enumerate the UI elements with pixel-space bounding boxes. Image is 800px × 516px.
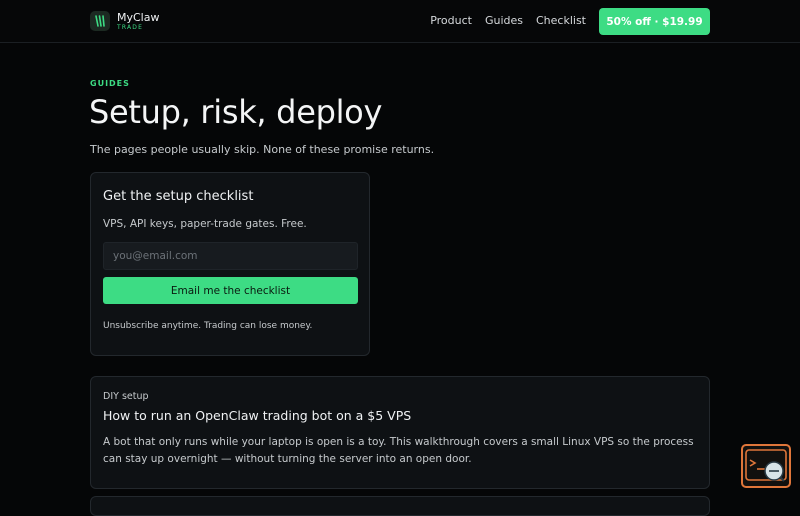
nav-guides-link[interactable]: Guides <box>485 14 523 27</box>
page-title: Setup, risk, deploy <box>89 93 383 131</box>
guide-excerpt: A bot that only runs while your laptop i… <box>103 436 694 465</box>
brand-name: MyClaw <box>117 10 160 24</box>
guide-category: DIY setup <box>103 391 149 402</box>
signup-card-title: Get the setup checklist <box>103 189 254 204</box>
guide-card-vps[interactable]: DIY setup How to run an OpenClaw trading… <box>90 376 710 489</box>
page-lede: The pages people usually skip. None of t… <box>90 143 435 156</box>
nav-product-link[interactable]: Product <box>430 14 472 27</box>
main-nav: Product Guides Checklist <box>430 14 586 27</box>
discount-cta-button[interactable]: 50% off · $19.99 <box>599 8 710 35</box>
brand-tagline: TRADE <box>117 23 144 31</box>
signup-card-subtitle: VPS, API keys, paper-trade gates. Free. <box>103 218 307 230</box>
signup-disclaimer: Unsubscribe anytime. Trading can lose mo… <box>103 321 313 331</box>
nav-checklist-link[interactable]: Checklist <box>536 14 586 27</box>
guide-title[interactable]: How to run an OpenClaw trading bot on a … <box>103 408 411 423</box>
checklist-signup-card: Get the setup checklist VPS, API keys, p… <box>90 172 370 356</box>
top-navigation-bar: MyClaw TRADE Product Guides Checklist 50… <box>0 0 800 43</box>
email-field[interactable] <box>103 242 358 270</box>
guide-card-next[interactable] <box>90 496 710 516</box>
brand-home-link[interactable]: MyClaw TRADE <box>90 10 159 32</box>
chat-support-icon[interactable] <box>741 444 791 488</box>
email-checklist-button[interactable]: Email me the checklist <box>103 277 358 304</box>
section-eyebrow: GUIDES <box>90 79 130 88</box>
claw-logo-icon <box>90 11 110 31</box>
